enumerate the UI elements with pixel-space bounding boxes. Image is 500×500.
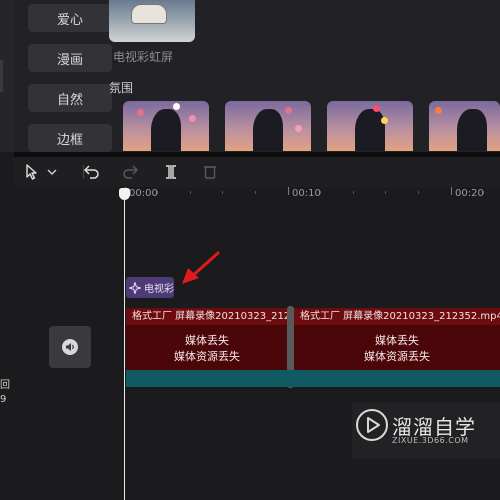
sparkle-icon <box>129 281 141 294</box>
ambience-thumbnail-2[interactable] <box>225 101 311 151</box>
speaker-icon <box>62 339 78 355</box>
delete-icon[interactable] <box>200 157 220 187</box>
category-border-button[interactable]: 边框 <box>28 124 112 152</box>
ruler-label-20: 00:20 <box>455 188 484 199</box>
silhouette-image <box>151 109 181 151</box>
lantern-sticker <box>435 107 442 114</box>
chevron-down-icon[interactable] <box>44 157 60 187</box>
video-clip-2[interactable]: 格式工厂 屏幕录像20210323_212352.mp4 媒体丢失 媒体资源丢失 <box>294 308 500 370</box>
ambience-thumbnail-1[interactable] <box>123 101 209 151</box>
clip-title: 格式工厂 屏幕录像20210323_212352.mp4 <box>294 308 500 325</box>
ruler-tick <box>451 187 452 195</box>
redo-icon[interactable] <box>120 157 140 187</box>
timeline-toolbar <box>14 157 500 188</box>
category-love-button[interactable]: 爱心 <box>28 4 112 32</box>
effect-clip[interactable]: 电视彩虹屏 <box>126 277 174 298</box>
clip-status-media-missing: 媒体丢失 <box>375 334 419 347</box>
clip-title: 格式工厂 屏幕录像20210323_212 <box>126 308 288 325</box>
clip-status-media-missing: 媒体丢失 <box>185 334 229 347</box>
track-mute-button[interactable] <box>49 326 91 368</box>
ambience-thumbnail-3[interactable] <box>327 101 413 151</box>
playhead-handle[interactable] <box>119 188 130 200</box>
ambience-thumbnail-4[interactable] <box>429 101 500 151</box>
effect-clip-label: 电视彩虹屏 <box>144 284 174 295</box>
category-nature-button[interactable]: 自然 <box>28 84 112 112</box>
silhouette-image <box>253 109 283 151</box>
left-sidebar-tab[interactable] <box>0 60 3 92</box>
undo-icon[interactable] <box>82 157 102 187</box>
video-clip-1[interactable]: 格式工厂 屏幕录像20210323_212 媒体丢失 媒体资源丢失 <box>126 308 288 370</box>
heart-sticker <box>173 103 180 110</box>
clip-status-resource-missing: 媒体资源丢失 <box>364 350 430 363</box>
silhouette-image <box>457 109 487 151</box>
effect-thumbnail-label: 电视彩虹屏 <box>113 50 174 64</box>
audio-waveform-strip[interactable] <box>126 370 500 387</box>
heart-sticker <box>137 109 144 116</box>
heart-sticker <box>381 117 388 124</box>
select-cursor-icon[interactable] <box>22 157 42 187</box>
heart-sticker <box>189 115 196 122</box>
category-comic-button[interactable]: 漫画 <box>28 44 112 72</box>
left-sidebar-char-1: 回 <box>0 380 10 391</box>
play-logo-icon <box>356 409 388 441</box>
ruler-label-10: 00:10 <box>292 188 321 199</box>
petal-sticker <box>285 107 292 114</box>
timeline-ruler[interactable]: 00:00 00:10 00:20 <box>14 187 500 205</box>
section-title: 氛围 <box>109 81 134 95</box>
silhouette-image <box>355 109 385 151</box>
ruler-tick <box>288 187 289 195</box>
petal-sticker <box>295 125 302 132</box>
split-icon[interactable] <box>161 157 181 187</box>
ruler-label-0: 00:00 <box>129 188 158 199</box>
car-image <box>131 4 167 24</box>
effect-thumbnail-tv-rainbow[interactable] <box>109 0 195 42</box>
annotation-arrow-icon <box>182 251 220 284</box>
left-sidebar-char-2: 9 <box>0 394 7 405</box>
clip-status-resource-missing: 媒体资源丢失 <box>174 350 240 363</box>
playhead-line[interactable] <box>124 196 125 500</box>
watermark-url: ZIXUE.3D66.COM <box>392 436 469 445</box>
heart-sticker <box>373 105 380 112</box>
